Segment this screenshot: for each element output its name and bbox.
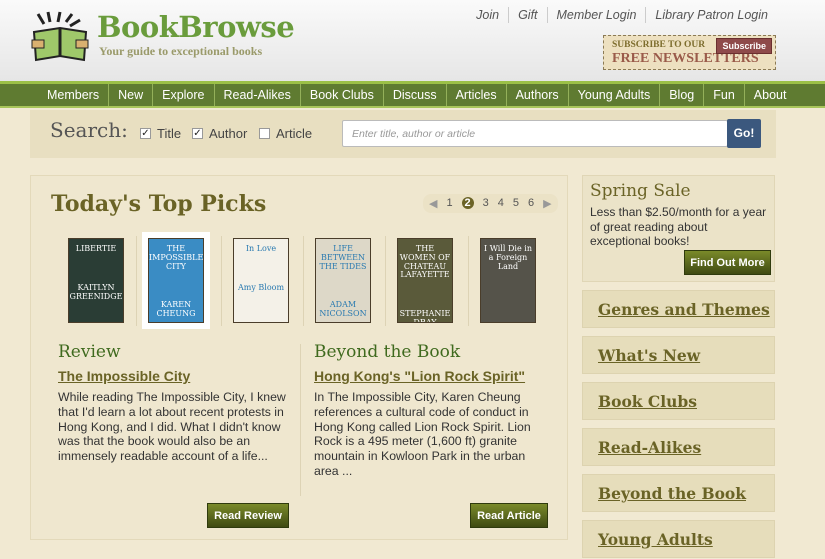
search-go-button[interactable]: Go! [727, 119, 761, 148]
page-1[interactable]: 1 [446, 197, 452, 210]
cover-author: KAREN CHEUNG [156, 300, 196, 319]
member-login-link[interactable]: Member Login [546, 7, 646, 23]
sidebar-item[interactable]: What's New [582, 336, 775, 374]
checkbox-checked-icon[interactable]: ✓ [140, 128, 151, 139]
checkbox-checked-icon[interactable]: ✓ [192, 128, 203, 139]
main-nav: Members New Explore Read-Alikes Book Clu… [0, 81, 825, 108]
book-cover[interactable]: I Will Die in a Foreign Land [480, 238, 536, 323]
cover-author: STEPHANIE DRAY [399, 309, 451, 323]
read-article-button[interactable]: Read Article [470, 503, 548, 528]
cover-title: I Will Die in a Foreign Land [484, 244, 532, 271]
nav-young-adults[interactable]: Young Adults [569, 84, 661, 106]
next-arrow-icon[interactable]: ▶ [543, 197, 551, 210]
nav-about[interactable]: About [745, 84, 796, 106]
nav-members[interactable]: Members [38, 84, 110, 106]
article-checkbox[interactable]: Article [259, 126, 312, 141]
sidebar-item[interactable]: Young Adults [582, 520, 775, 558]
nav-read-alikes[interactable]: Read-Alikes [215, 84, 301, 106]
gift-link[interactable]: Gift [508, 7, 546, 23]
sidebar-item-label[interactable]: What's New [598, 346, 700, 365]
spring-sale-panel: Spring Sale Less than $2.50/month for a … [582, 175, 775, 282]
book-cover[interactable]: In Love Amy Bloom [233, 238, 289, 323]
pager: ◀ 1 2 3 4 5 6 ▶ [423, 194, 558, 213]
cover-title: In Love [245, 244, 277, 253]
sidebar-item[interactable]: Book Clubs [582, 382, 775, 420]
book-cover[interactable]: THE IMPOSSIBLE CITY KAREN CHEUNG [142, 232, 210, 329]
sidebar-item[interactable]: Beyond the Book [582, 474, 775, 512]
review-text: While reading The Impossible City, I kne… [58, 390, 286, 464]
book-logo-icon[interactable] [30, 10, 90, 62]
newsletter-line1: SUBSCRIBE TO OUR [612, 40, 706, 50]
sidebar-item[interactable]: Read-Alikes [582, 428, 775, 466]
sidebar-item-label[interactable]: Beyond the Book [598, 484, 746, 503]
nav-new[interactable]: New [109, 84, 154, 106]
sidebar-item-label[interactable]: Young Adults [598, 530, 713, 549]
sale-text: Less than $2.50/month for a year of grea… [590, 205, 767, 248]
article-checkbox-label: Article [276, 126, 313, 141]
sale-title: Spring Sale [590, 181, 691, 201]
author-checkbox-label: Author [209, 126, 248, 141]
cover-separator [221, 236, 222, 326]
cover-separator [303, 236, 304, 326]
nav-fun[interactable]: Fun [704, 84, 745, 106]
title-checkbox[interactable]: ✓ Title [140, 126, 181, 141]
checkbox-unchecked-icon[interactable] [259, 128, 270, 139]
review-heading: Review [58, 342, 121, 362]
page-2-current[interactable]: 2 [461, 197, 474, 209]
nav-book-clubs[interactable]: Book Clubs [301, 84, 384, 106]
cover-separator [385, 236, 386, 326]
cover-author: Amy Bloom [237, 282, 285, 292]
cover-author: KAITLYN GREENIDGE [69, 282, 123, 301]
page-5[interactable]: 5 [513, 197, 519, 210]
book-cover[interactable]: LIFE BETWEEN THE TIDES ADAM NICOLSON [315, 238, 371, 323]
join-link[interactable]: Join [467, 7, 508, 23]
cover-separator [468, 236, 469, 326]
newsletter-banner[interactable]: SUBSCRIBE TO OUR FREE NEWSLETTERS Subscr… [603, 35, 776, 70]
author-checkbox[interactable]: ✓ Author [192, 126, 247, 141]
header: BookBrowse Your guide to exceptional boo… [0, 0, 825, 81]
sidebar-item-label[interactable]: Genres and Themes [598, 300, 770, 319]
find-out-more-button[interactable]: Find Out More [684, 250, 771, 275]
cover-title: THE IMPOSSIBLE CITY [149, 244, 204, 271]
top-picks-title: Today's Top Picks [51, 191, 267, 217]
review-section: Review The Impossible City While reading… [58, 342, 293, 464]
tagline: Your guide to exceptional books [99, 44, 263, 58]
page-3[interactable]: 3 [483, 197, 489, 210]
cover-author: ADAM NICOLSON [319, 300, 367, 319]
book-cover[interactable]: LIBERTIE KAITLYN GREENIDGE [68, 238, 124, 323]
cover-title: LIFE BETWEEN THE TIDES [319, 244, 367, 271]
sidebar-item-label[interactable]: Book Clubs [598, 392, 697, 411]
library-patron-login-link[interactable]: Library Patron Login [645, 7, 777, 23]
page-6[interactable]: 6 [528, 197, 534, 210]
title-checkbox-label: Title [157, 126, 182, 141]
beyond-text: In The Impossible City, Karen Cheung ref… [314, 390, 531, 478]
cover-separator [136, 236, 137, 326]
cover-title: THE WOMEN OF CHATEAU LAFAYETTE [399, 244, 451, 280]
read-review-button[interactable]: Read Review [207, 503, 289, 528]
beyond-heading: Beyond the Book [314, 342, 461, 362]
beyond-section: Beyond the Book Hong Kong's "Lion Rock S… [314, 342, 539, 479]
review-link[interactable]: The Impossible City [58, 368, 293, 384]
prev-arrow-icon[interactable]: ◀ [429, 197, 437, 210]
page-4[interactable]: 4 [498, 197, 504, 210]
brand-name[interactable]: BookBrowse [97, 10, 295, 44]
top-picks-panel: Today's Top Picks ◀ 1 2 3 4 5 6 ▶ LIBERT… [30, 175, 568, 540]
cover-title: LIBERTIE [75, 244, 117, 253]
sidebar-item-label[interactable]: Read-Alikes [598, 438, 701, 457]
nav-discuss[interactable]: Discuss [384, 84, 447, 106]
nav-explore[interactable]: Explore [153, 84, 215, 106]
nav-articles[interactable]: Articles [447, 84, 507, 106]
sidebar-item[interactable]: Genres and Themes [582, 290, 775, 328]
search-input[interactable]: Enter title, author or article [342, 120, 728, 147]
top-links: Join Gift Member Login Library Patron Lo… [467, 7, 777, 23]
search-bar: Search: ✓ Title ✓ Author Article Enter tit… [30, 110, 776, 158]
nav-authors[interactable]: Authors [507, 84, 569, 106]
subscribe-button[interactable]: Subscribe [716, 38, 772, 54]
nav-blog[interactable]: Blog [660, 84, 705, 106]
book-cover[interactable]: THE WOMEN OF CHATEAU LAFAYETTE STEPHANIE … [397, 238, 453, 323]
column-divider [300, 344, 301, 496]
beyond-link[interactable]: Hong Kong's "Lion Rock Spirit" [314, 368, 539, 384]
search-label: Search: [50, 118, 128, 142]
